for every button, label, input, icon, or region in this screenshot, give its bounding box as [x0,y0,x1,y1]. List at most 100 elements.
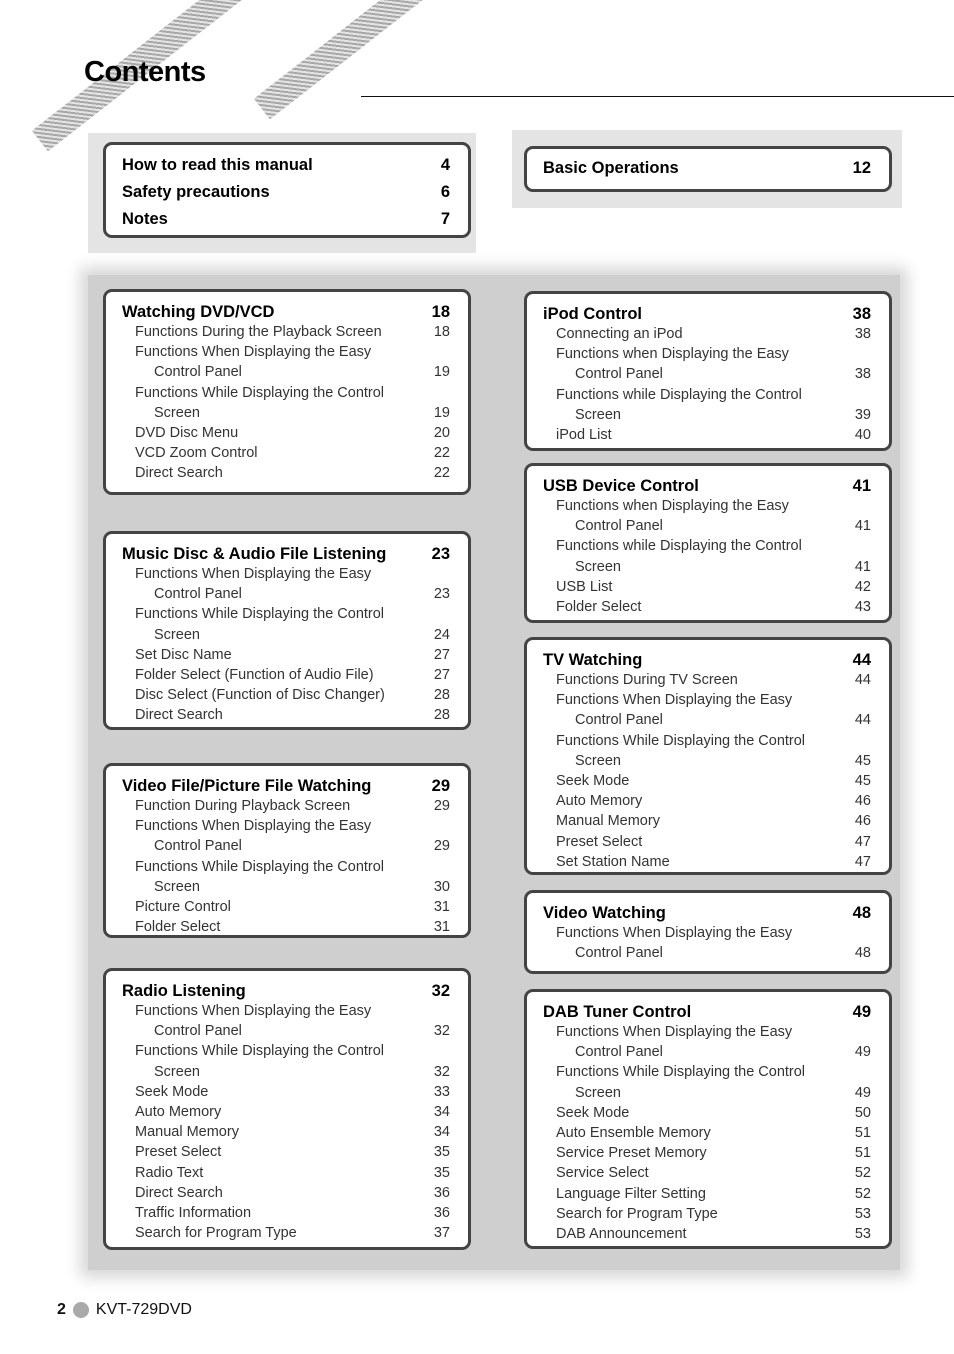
toc-subentry[interactable]: Functions While Displaying the Control Sc… [122,1041,450,1081]
toc-subentry[interactable]: Functions While Displaying the Control Sc… [543,1062,871,1102]
subentry-page: 33 [433,1083,450,1100]
toc-subentry[interactable]: Auto Ensemble Memory 51 [543,1123,871,1143]
toc-subentry[interactable]: Functions While Displaying the Control Sc… [122,604,450,644]
toc-subentry[interactable]: Functions When Displaying the Easy Contro… [122,564,450,604]
toc-section-heading[interactable]: iPod Control 38 [543,304,871,324]
toc-section-box: Video File/Picture File Watching 29 Functi… [103,763,471,938]
toc-subentry[interactable]: Function During Playback Screen 29 [122,796,450,816]
toc-section-heading[interactable]: DAB Tuner Control 49 [543,1002,871,1022]
subentry-label: Functions while Displaying the Control Sc… [556,538,802,575]
subentry-label: Direct Search [135,465,223,482]
toc-subentry[interactable]: Functions While Displaying the Control Sc… [543,731,871,771]
subentry-label: Functions When Displaying the Easy Contro… [556,925,793,962]
toc-subentry[interactable]: Set Disc Name 27 [122,645,450,665]
toc-subentry[interactable]: Service Preset Memory 51 [543,1143,871,1163]
toc-subentry[interactable]: Auto Memory 46 [543,791,871,811]
section-page: 49 [852,1003,871,1021]
section-title: Radio Listening [122,982,246,1000]
toc-subentry[interactable]: Functions While Displaying the Control Sc… [122,857,450,897]
subentry-label: Function During Playback Screen [135,798,351,814]
subentry-page: 44 [854,672,871,688]
toc-subentry[interactable]: Seek Mode 50 [543,1103,871,1123]
toc-section-heading[interactable]: Video File/Picture File Watching 29 [122,776,450,796]
toc-section-heading[interactable]: Music Disc & Audio File Listening 23 [122,544,450,564]
toc-subentry[interactable]: Folder Select 43 [543,597,871,617]
toc-entry-page: 12 [852,159,871,177]
toc-subentry[interactable]: Preset Select 35 [122,1142,450,1162]
title-rule [361,96,954,97]
toc-subentry[interactable]: Language Filter Setting 52 [543,1184,871,1204]
toc-subentry[interactable]: Service Select 52 [543,1163,871,1183]
toc-subentry[interactable]: Seek Mode 45 [543,771,871,791]
toc-subentry[interactable]: Direct Search 28 [122,705,450,725]
toc-subentry[interactable]: Functions While Displaying the Control Sc… [122,383,450,423]
toc-subentry[interactable]: Disc Select (Function of Disc Changer) 28 [122,685,450,705]
toc-subentry[interactable]: Auto Memory 34 [122,1102,450,1122]
toc-subentry[interactable]: Direct Search 22 [122,463,450,483]
subentry-page: 38 [854,366,871,383]
subentry-page: 49 [854,1044,871,1061]
subentry-page: 19 [433,404,450,421]
toc-section-heading[interactable]: USB Device Control 41 [543,476,871,496]
toc-subentry[interactable]: VCD Zoom Control 22 [122,443,450,463]
toc-subentry[interactable]: Functions When Displaying the Easy Contro… [122,816,450,856]
toc-subentry[interactable]: Manual Memory 46 [543,811,871,831]
page-number: 2 [57,1301,66,1318]
toc-subentry[interactable]: USB List 42 [543,577,871,597]
toc-subentry[interactable]: Search for Program Type 53 [543,1204,871,1224]
toc-subentry[interactable]: Functions when Displaying the Easy Contro… [543,496,871,536]
subentry-label: Seek Mode [556,773,630,790]
toc-subentry[interactable]: Functions When Displaying the Easy Contro… [122,1001,450,1041]
section-page: 48 [852,904,871,922]
toc-section-heading[interactable]: Video Watching 48 [543,903,871,923]
toc-subentry[interactable]: DVD Disc Menu 20 [122,423,450,443]
toc-subentry[interactable]: Functions When Displaying the Easy Contro… [122,342,450,382]
model-name: KVT-729DVD [95,1301,192,1318]
toc-subentry[interactable]: Functions When Displaying the Easy Contro… [543,1022,871,1062]
toc-entry[interactable]: Basic Operations 12 [543,155,871,182]
toc-subentry[interactable]: Seek Mode 33 [122,1082,450,1102]
subentry-page: 35 [433,1164,450,1181]
toc-subentry[interactable]: Preset Select 47 [543,832,871,852]
subentry-page: 34 [433,1104,450,1121]
toc-subentry[interactable]: Functions When Displaying the Easy Contro… [543,923,871,963]
toc-entry[interactable]: Notes 7 [122,206,450,233]
toc-subentry[interactable]: Functions During the Playback Screen 18 [122,322,450,342]
toc-subentry[interactable]: DAB Announcement 53 [543,1224,871,1244]
section-page: 44 [852,651,871,669]
subentry-page: 29 [433,838,450,855]
toc-subentry[interactable]: Folder Select (Function of Audio File) 27 [122,665,450,685]
page-footer: 2 KVT-729DVD [57,1301,192,1319]
toc-subentry[interactable]: iPod List 40 [543,425,871,445]
toc-entry[interactable]: How to read this manual 4 [122,152,450,179]
toc-subentry[interactable]: Search for Program Type 37 [122,1223,450,1243]
toc-subentry[interactable]: Direct Search 36 [122,1183,450,1203]
toc-section-heading[interactable]: Watching DVD/VCD 18 [122,302,450,322]
toc-subentry[interactable]: Functions while Displaying the Control Sc… [543,536,871,576]
toc-subentry[interactable]: Functions During TV Screen 44 [543,670,871,690]
toc-subentry[interactable]: Picture Control 31 [122,897,450,917]
subentry-page: 40 [854,427,871,444]
subentry-label: Functions While Displaying the Control Sc… [135,1043,385,1080]
section-page: 29 [431,777,450,795]
toc-subentry[interactable]: Functions when Displaying the Easy Contro… [543,344,871,384]
subentry-label: Set Disc Name [135,646,232,663]
toc-subentry[interactable]: Set Station Name 47 [543,852,871,872]
toc-section-heading[interactable]: TV Watching 44 [543,650,871,670]
toc-basic-box: Basic Operations 12 [524,146,892,192]
subentry-label: Functions While Displaying the Control Sc… [556,1064,806,1101]
subentry-page: 46 [854,813,871,830]
toc-intro-box: How to read this manual 4 Safety precaut… [103,142,471,238]
section-title: iPod Control [543,305,642,323]
section-page: 41 [852,477,871,495]
toc-subentry[interactable]: Radio Text 35 [122,1163,450,1183]
toc-subentry[interactable]: Functions while Displaying the Control Sc… [543,385,871,425]
toc-subentry[interactable]: Manual Memory 34 [122,1122,450,1142]
toc-subentry[interactable]: Functions When Displaying the Easy Contro… [543,690,871,730]
toc-subentry[interactable]: Folder Select 31 [122,917,450,937]
toc-entry[interactable]: Safety precautions 6 [122,179,450,206]
subentry-label: Functions While Displaying the Control Sc… [135,858,385,895]
toc-subentry[interactable]: Traffic Information 36 [122,1203,450,1223]
toc-section-heading[interactable]: Radio Listening 32 [122,981,450,1001]
toc-subentry[interactable]: Connecting an iPod 38 [543,324,871,344]
